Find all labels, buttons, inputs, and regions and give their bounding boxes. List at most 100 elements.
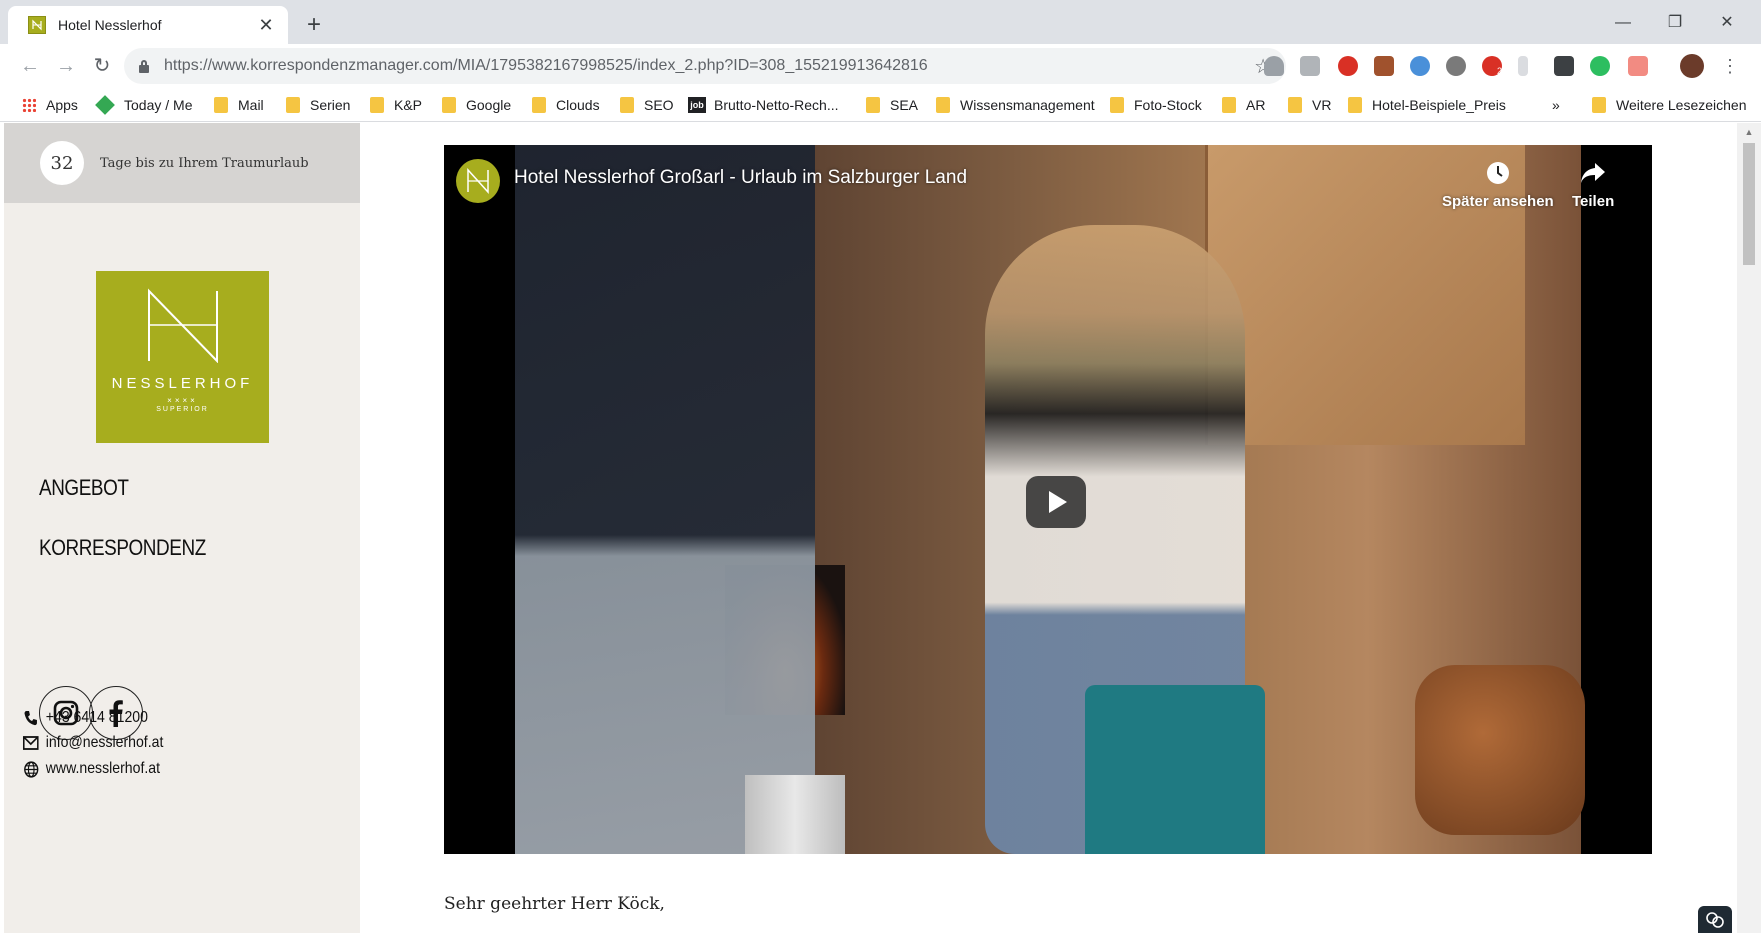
menu-dots-icon[interactable]: ⋮ — [1716, 52, 1744, 80]
bookmark-google[interactable]: Google — [442, 94, 511, 116]
bookmark-clouds[interactable]: Clouds — [532, 94, 600, 116]
bookmark-hotel-beispiele[interactable]: Hotel-Beispiele_Preis — [1348, 94, 1506, 116]
envelope-icon — [22, 734, 40, 752]
letter-greeting: Sehr geehrter Herr Köck, — [444, 894, 665, 914]
bookmark-vr[interactable]: VR — [1288, 94, 1331, 116]
back-arrow-icon[interactable]: ← — [16, 52, 44, 80]
folder-icon — [1348, 97, 1362, 113]
menu-item-korrespondenz[interactable]: KORRESPONDENZ — [39, 535, 206, 561]
bookmark-brutto-netto[interactable]: job Brutto-Netto-Rech... — [688, 94, 839, 116]
thumbnail-bag — [1415, 665, 1585, 835]
tab-strip: Hotel Nesslerhof ✕ + — ❐ ✕ — [0, 0, 1761, 44]
play-button[interactable] — [1026, 476, 1086, 528]
close-window-button[interactable]: ✕ — [1704, 8, 1750, 38]
bookmark-ar[interactable]: AR — [1222, 94, 1265, 116]
folder-icon — [866, 97, 880, 113]
logo-superior: SUPERIOR — [156, 406, 209, 413]
thumbnail-suitcase — [745, 775, 845, 854]
phone-icon — [22, 709, 40, 727]
scroll-up-arrow-icon[interactable]: ▲ — [1743, 127, 1755, 139]
folder-icon — [532, 97, 546, 113]
restore-button[interactable]: ❐ — [1652, 8, 1698, 38]
evernote-extension-icon[interactable] — [1590, 56, 1610, 76]
forward-arrow-icon[interactable]: → — [52, 52, 80, 80]
bookmark-other[interactable]: Weitere Lesezeichen — [1592, 94, 1746, 116]
share-arrow-icon — [1580, 159, 1606, 187]
chat-bubbles-icon — [1706, 911, 1724, 928]
sidebar: 32 Tage bis zu Ihrem Traumurlaub NESSLER… — [4, 123, 360, 933]
globe-icon — [22, 760, 40, 778]
bookmark-kp[interactable]: K&P — [370, 94, 422, 116]
contact-website[interactable]: www.nesslerhof.at — [22, 760, 160, 778]
bookmark-foto-stock[interactable]: Foto-Stock — [1110, 94, 1202, 116]
drive-extension-icon[interactable] — [1264, 56, 1284, 76]
pocket-extension-icon[interactable] — [1554, 56, 1574, 76]
thumbnail-chair — [1085, 685, 1265, 854]
bookmark-apps[interactable]: Apps — [22, 94, 78, 116]
play-icon — [1049, 491, 1067, 513]
folder-icon — [1288, 97, 1302, 113]
settings-extension-icon[interactable] — [1446, 56, 1466, 76]
job-icon: job — [688, 97, 706, 113]
folder-icon — [442, 97, 456, 113]
thumbnail-man — [515, 145, 815, 854]
page-scrollbar[interactable]: ▲ — [1737, 123, 1761, 933]
bookmarks-bar: Apps Today / Me Mail Serien K&P Google C… — [0, 88, 1761, 122]
bookmark-today-me[interactable]: Today / Me — [95, 94, 192, 116]
bolt-extension-icon[interactable] — [1518, 56, 1528, 76]
bookmarks-overflow-button[interactable]: » — [1552, 94, 1560, 116]
address-bar[interactable]: https://www.korrespondenzmanager.com/MIA… — [124, 48, 1286, 84]
url-text[interactable]: https://www.korrespondenzmanager.com/MIA… — [164, 57, 1254, 75]
folder-icon — [214, 97, 228, 113]
youtube-video-player[interactable]: Hotel Nesslerhof Großarl - Urlaub im Sal… — [444, 145, 1652, 854]
bookmark-mail[interactable]: Mail — [214, 94, 264, 116]
nesslerhof-monogram-icon — [147, 288, 218, 363]
reload-icon[interactable]: ↻ — [88, 52, 116, 80]
folder-icon — [370, 97, 384, 113]
notes-extension-icon[interactable] — [1300, 56, 1320, 76]
menu-item-angebot[interactable]: ANGEBOT — [39, 475, 129, 501]
countdown-number: 32 — [40, 141, 84, 185]
tab-title: Hotel Nesslerhof — [58, 17, 162, 33]
link-extension-icon[interactable] — [1410, 56, 1430, 76]
pdf-extension-icon[interactable] — [1374, 56, 1394, 76]
bookmark-sea[interactable]: SEA — [866, 94, 918, 116]
profile-avatar[interactable] — [1680, 54, 1704, 78]
new-tab-button[interactable]: + — [300, 12, 328, 40]
clock-icon — [1486, 159, 1510, 187]
folder-icon — [1222, 97, 1236, 113]
folder-icon — [286, 97, 300, 113]
channel-avatar[interactable] — [456, 159, 500, 203]
countdown-text: Tage bis zu Ihrem Traumurlaub — [100, 155, 309, 171]
main-content: Hotel Nesslerhof Großarl - Urlaub im Sal… — [360, 123, 1737, 933]
video-title[interactable]: Hotel Nesslerhof Großarl - Urlaub im Sal… — [514, 167, 967, 189]
folder-icon — [1592, 97, 1606, 113]
contact-phone[interactable]: +43 6414 81200 — [22, 709, 148, 727]
browser-tab[interactable]: Hotel Nesslerhof ✕ — [8, 6, 288, 44]
minimize-button[interactable]: — — [1600, 8, 1646, 38]
bookmark-serien[interactable]: Serien — [286, 94, 350, 116]
folder-icon — [620, 97, 634, 113]
bookmark-seo[interactable]: SEO — [620, 94, 674, 116]
share-button[interactable]: Teilen — [1572, 159, 1614, 210]
folder-icon — [936, 97, 950, 113]
hotel-favicon-icon — [28, 16, 46, 34]
chat-widget-button[interactable] — [1698, 906, 1732, 933]
watch-later-button[interactable]: Später ansehen — [1442, 159, 1554, 210]
logo-stars: ×××× — [167, 396, 198, 405]
opera-extension-icon[interactable]: 2 — [1482, 56, 1502, 76]
diamond-icon — [95, 95, 115, 115]
tab-close-icon[interactable]: ✕ — [256, 15, 276, 36]
browser-toolbar: ← → ↻ https://www.korrespondenzmanager.c… — [0, 44, 1761, 88]
adblock-extension-icon[interactable] — [1338, 56, 1358, 76]
lock-icon[interactable] — [138, 59, 150, 73]
cast-extension-icon[interactable] — [1628, 56, 1648, 76]
countdown-banner: 32 Tage bis zu Ihrem Traumurlaub — [4, 123, 360, 203]
logo-name: NESSLERHOF — [111, 375, 254, 392]
contact-email[interactable]: info@nesslerhof.at — [22, 734, 163, 752]
folder-icon — [1110, 97, 1124, 113]
hotel-logo[interactable]: NESSLERHOF ×××× SUPERIOR — [96, 271, 269, 443]
bookmark-wissensmanagement[interactable]: Wissensmanagement — [936, 94, 1095, 116]
apps-grid-icon — [22, 98, 36, 112]
scroll-thumb[interactable] — [1743, 143, 1755, 265]
